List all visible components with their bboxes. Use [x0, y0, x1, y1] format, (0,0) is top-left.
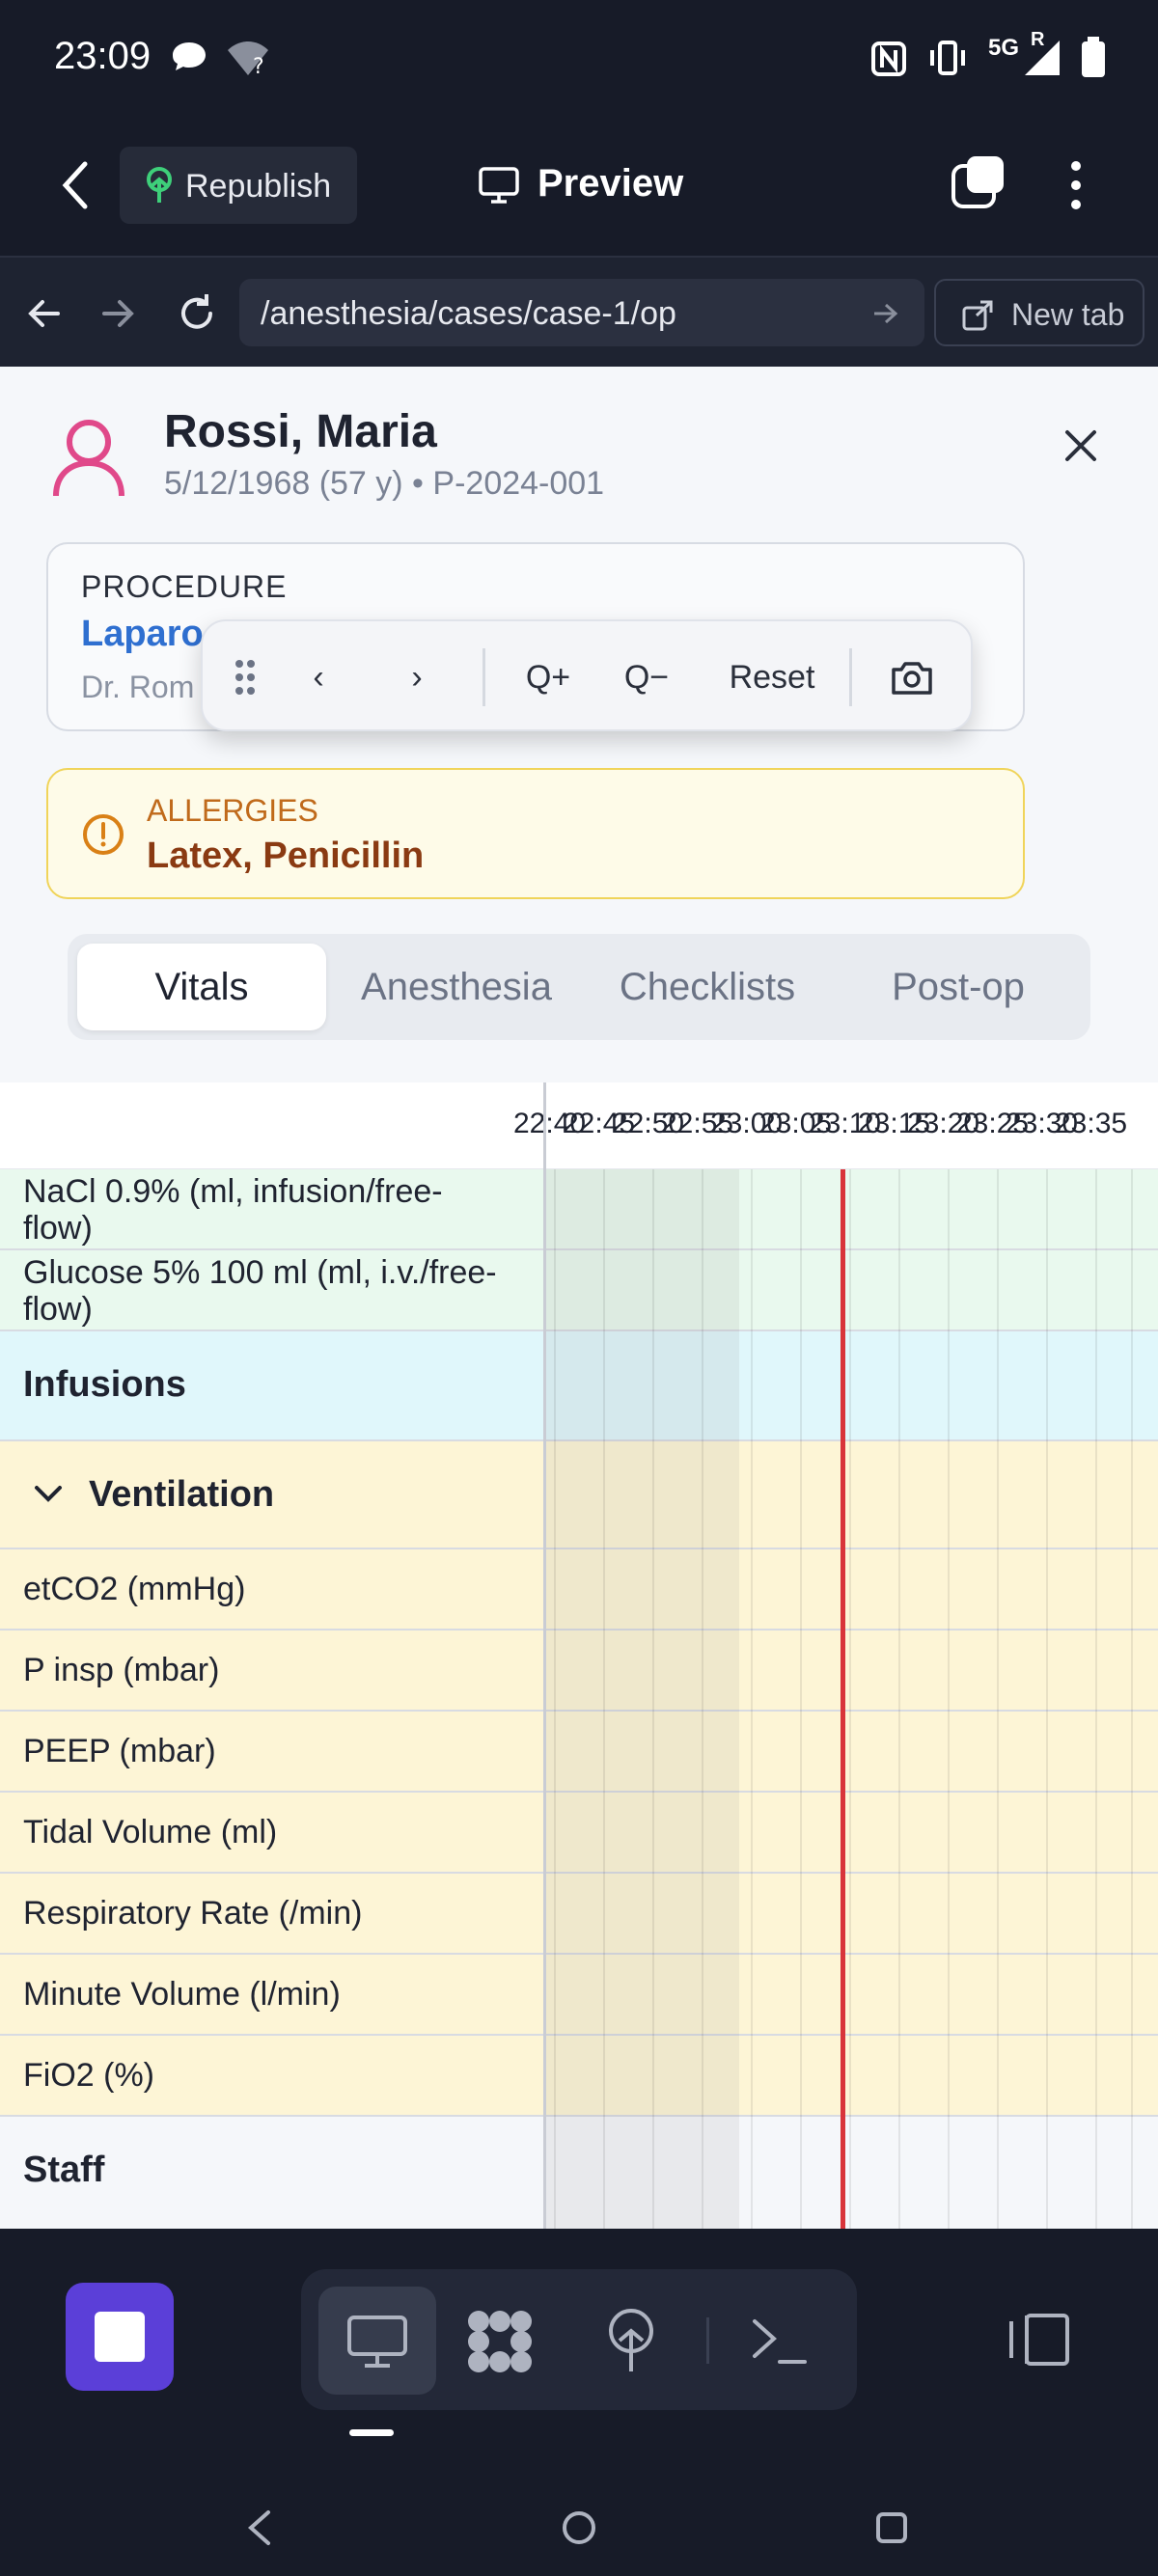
nav-back-icon[interactable] — [245, 2508, 274, 2547]
monitor-icon — [479, 167, 519, 204]
wifi-unknown-icon: ? — [228, 41, 268, 77]
time-label: 23:35 — [1055, 1108, 1128, 1139]
close-icon[interactable] — [1063, 428, 1098, 463]
toolbar-divider — [482, 648, 485, 706]
zoom-out-button[interactable]: Q− — [608, 621, 685, 733]
grid-line — [948, 1169, 950, 2229]
grid-line — [898, 1169, 900, 2229]
battery-icon — [1082, 37, 1105, 77]
grid-line — [652, 1169, 654, 2229]
url-input[interactable]: /anesthesia/cases/case-1/op — [239, 279, 924, 346]
view-switcher — [301, 2269, 857, 2410]
grid-line — [1046, 1169, 1048, 2229]
procedure-label: PROCEDURE — [81, 569, 288, 604]
svg-text:?: ? — [253, 55, 264, 77]
republish-icon — [147, 167, 172, 203]
procedure-surgeon: Dr. Rom — [81, 670, 195, 704]
past-time-shade — [546, 1169, 739, 2229]
browser-forward-icon[interactable] — [100, 296, 135, 331]
grid-line — [554, 1169, 556, 2229]
current-time-line — [841, 1169, 845, 2229]
allergies-value: Latex, Penicillin — [147, 836, 425, 876]
chat-notification-icon — [173, 42, 206, 70]
patient-name: Rossi, Maria — [164, 406, 437, 457]
reset-button[interactable]: Reset — [714, 621, 830, 733]
next-button[interactable]: › — [388, 621, 446, 733]
zoom-in-button[interactable]: Q+ — [510, 621, 587, 733]
nfc-icon — [871, 41, 906, 76]
tab-vitals[interactable]: Vitals — [77, 944, 326, 1030]
deploy-icon[interactable] — [602, 2308, 660, 2373]
grid-line — [751, 1169, 753, 2229]
sidebar-toggle-icon[interactable] — [1006, 2312, 1073, 2368]
desktop-view-button[interactable] — [318, 2287, 436, 2395]
terminal-icon[interactable] — [751, 2316, 809, 2366]
signal-icon — [1025, 41, 1060, 75]
chart-toolbar: ‹ › Q+ Q− Reset — [201, 619, 973, 731]
grid-line — [702, 1169, 703, 2229]
back-icon[interactable] — [58, 158, 93, 212]
republish-label: Republish — [185, 168, 332, 205]
grid-line — [603, 1169, 605, 2229]
go-arrow-icon[interactable] — [872, 302, 899, 325]
patient-avatar-icon — [53, 420, 124, 497]
tab-checklists[interactable]: Checklists — [587, 944, 828, 1030]
grid-line — [1131, 1169, 1133, 2229]
grid-line — [1095, 1169, 1097, 2229]
alert-icon — [83, 814, 124, 855]
patient-meta: 5/12/1968 (57 y) • P-2024-001 — [164, 465, 605, 502]
more-options-icon[interactable] — [1062, 158, 1090, 216]
reload-icon[interactable] — [176, 292, 218, 335]
tab-anesthesia[interactable]: Anesthesia — [336, 944, 577, 1030]
drag-handle-icon[interactable] — [234, 658, 257, 697]
browser-back-icon[interactable] — [27, 296, 62, 331]
monitor-icon — [347, 2316, 407, 2368]
new-tab-label: New tab — [1011, 297, 1125, 332]
active-indicator — [349, 2429, 394, 2436]
preview-label: Preview — [538, 162, 684, 205]
segment-divider — [706, 2317, 709, 2364]
procedure-name: Laparo — [81, 614, 204, 654]
stop-button[interactable] — [66, 2283, 174, 2391]
republish-button[interactable]: Republish — [120, 147, 357, 224]
stop-icon — [95, 2312, 145, 2362]
camera-icon[interactable] — [890, 660, 934, 695]
row-labels-divider — [0, 1082, 546, 2229]
section-tabs: Vitals Anesthesia Checklists Post-op — [68, 934, 1090, 1040]
grid-line — [997, 1169, 999, 2229]
clock: 23:09 — [54, 35, 152, 77]
grid-line — [849, 1169, 851, 2229]
allergies-banner: ALLERGIES Latex, Penicillin — [46, 768, 1025, 899]
grid-apps-icon[interactable] — [465, 2308, 535, 2375]
nav-home-icon[interactable] — [560, 2508, 598, 2547]
app-bar: Republish Preview — [0, 116, 1158, 256]
prev-button[interactable]: ‹ — [290, 621, 347, 733]
nav-recents-icon[interactable] — [874, 2510, 909, 2545]
external-link-icon — [962, 300, 993, 331]
tabs-switcher-icon[interactable] — [950, 154, 1007, 212]
vibrate-icon — [930, 41, 965, 75]
tab-post-op[interactable]: Post-op — [838, 944, 1079, 1030]
network-type: 5G — [988, 35, 1020, 61]
new-tab-button[interactable]: New tab — [934, 279, 1144, 346]
toolbar-divider — [849, 648, 852, 706]
bottom-bar — [0, 2229, 1158, 2576]
url-text: /anesthesia/cases/case-1/op — [261, 295, 676, 332]
browser-url-bar: /anesthesia/cases/case-1/op New tab — [0, 256, 1158, 367]
allergies-label: ALLERGIES — [147, 793, 318, 828]
web-page: Rossi, Maria 5/12/1968 (57 y) • P-2024-0… — [0, 367, 1158, 2229]
grid-line — [800, 1169, 802, 2229]
status-bar: 23:09 ? 5G R — [0, 0, 1158, 116]
anesthesia-chart-grid: 22:40 22:45 22:50 22:55 23:00 23:05 23:1… — [0, 1082, 1158, 2229]
